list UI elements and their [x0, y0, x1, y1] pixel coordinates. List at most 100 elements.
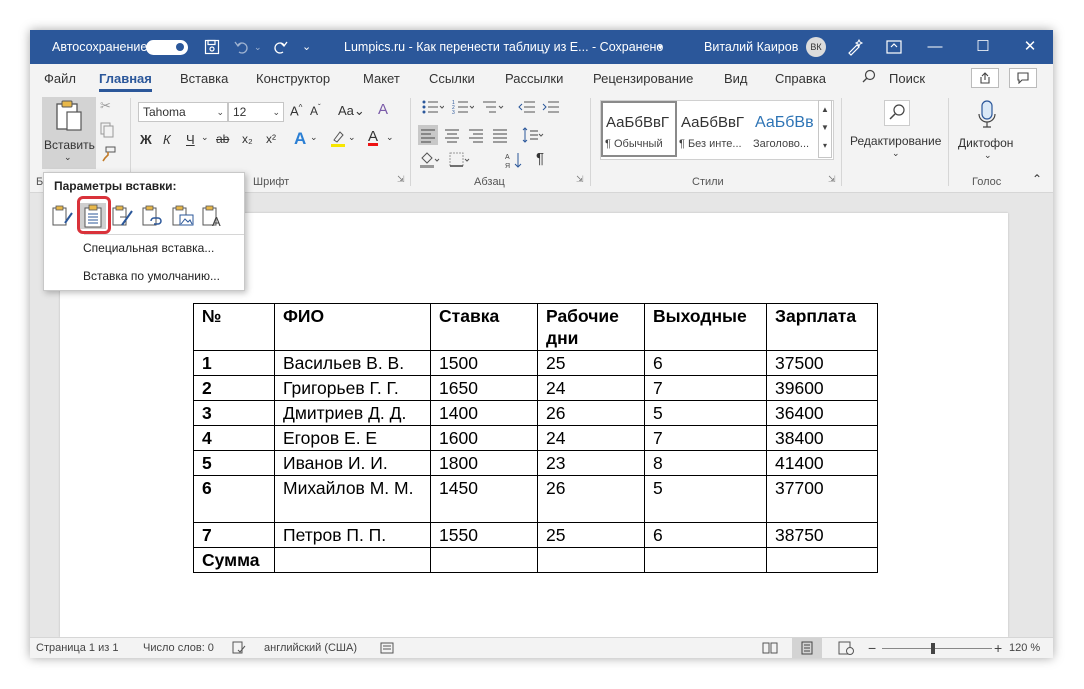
header-cell[interactable]: Выходные: [644, 303, 767, 351]
table-cell[interactable]: Сумма: [193, 547, 275, 573]
header-cell[interactable]: Ставка: [430, 303, 538, 351]
styles-scroll[interactable]: ▲ ▼ ▾: [818, 100, 832, 158]
text-effects-icon[interactable]: A: [294, 129, 306, 149]
table-cell[interactable]: 37500: [766, 350, 878, 376]
proofing-icon[interactable]: [232, 638, 246, 658]
align-center-button[interactable]: [442, 125, 462, 148]
paste-as-picture-icon[interactable]: [170, 203, 196, 229]
web-layout-icon[interactable]: [838, 638, 854, 658]
table-cell[interactable]: Иванов И. И.: [274, 450, 431, 476]
cut-icon[interactable]: ✂: [100, 98, 111, 114]
table-cell[interactable]: 1: [193, 350, 275, 376]
table-cell[interactable]: Дмитриев Д. Д.: [274, 400, 431, 426]
paste-dropdown-icon[interactable]: ⌄: [64, 152, 72, 163]
page-count[interactable]: Страница 1 из 1: [36, 638, 118, 658]
highlight-dropdown-icon[interactable]: ⌄: [348, 132, 356, 143]
underline-dropdown-icon[interactable]: ⌄: [201, 132, 209, 143]
table-cell[interactable]: 5: [193, 450, 275, 476]
styles-more-icon[interactable]: ▾: [819, 137, 831, 155]
zoom-in-button[interactable]: +: [994, 638, 1002, 658]
avatar[interactable]: ВК: [806, 37, 826, 57]
subscript-button[interactable]: x₂: [242, 132, 253, 146]
superscript-button[interactable]: x²: [266, 132, 276, 146]
table-cell[interactable]: [430, 547, 538, 573]
table-cell[interactable]: Григорьев Г. Г.: [274, 375, 431, 401]
table-cell[interactable]: 1600: [430, 425, 538, 451]
italic-button[interactable]: К: [163, 132, 171, 147]
style-heading[interactable]: АаБбВв Заголово...: [751, 101, 827, 157]
style-no-spacing[interactable]: АаБбВвГ ¶ Без инте...: [677, 101, 753, 157]
table-cell[interactable]: 1400: [430, 400, 538, 426]
table-cell[interactable]: 7: [644, 425, 767, 451]
special-paste-item[interactable]: Специальная вставка...: [83, 241, 214, 255]
underline-button[interactable]: Ч: [186, 132, 195, 147]
table-cell[interactable]: 25: [537, 350, 645, 376]
bold-button[interactable]: Ж: [140, 132, 152, 147]
tab-design[interactable]: Конструктор: [256, 64, 330, 92]
table-cell[interactable]: 37700: [766, 475, 878, 523]
table-cell[interactable]: 7: [193, 522, 275, 548]
dictate-button[interactable]: Диктофон ⌄: [954, 98, 1020, 170]
default-paste-item[interactable]: Вставка по умолчанию...: [83, 269, 220, 283]
align-left-button[interactable]: [418, 125, 438, 145]
language[interactable]: английский (США): [264, 638, 357, 658]
table-cell[interactable]: 36400: [766, 400, 878, 426]
word-count[interactable]: Число слов: 0: [143, 638, 214, 658]
table-cell[interactable]: 6: [644, 350, 767, 376]
share-button[interactable]: [971, 68, 999, 88]
multilevel-list-icon[interactable]: [482, 99, 504, 118]
table-cell[interactable]: [766, 547, 878, 573]
decrease-indent-icon[interactable]: [518, 99, 536, 118]
table-cell[interactable]: Васильев В. В.: [274, 350, 431, 376]
zoom-slider[interactable]: [882, 648, 992, 649]
tab-review[interactable]: Рецензирование: [593, 64, 693, 92]
search-label[interactable]: Поиск: [889, 64, 925, 92]
customize-toolbar-icon[interactable]: ⌄: [302, 30, 311, 64]
table-cell[interactable]: 7: [644, 375, 767, 401]
shading-icon[interactable]: [418, 150, 442, 173]
table-cell[interactable]: [537, 547, 645, 573]
tab-references[interactable]: Ссылки: [429, 64, 475, 92]
show-marks-icon[interactable]: ¶: [536, 150, 544, 167]
styles-dialog-launcher-icon[interactable]: ⇲: [828, 174, 836, 185]
tab-insert[interactable]: Вставка: [180, 64, 228, 92]
tab-layout[interactable]: Макет: [363, 64, 400, 92]
paste-link-icon[interactable]: [140, 203, 166, 229]
clear-formatting-icon[interactable]: A: [378, 101, 388, 118]
print-layout-icon[interactable]: [792, 638, 822, 658]
header-cell[interactable]: ФИО: [274, 303, 431, 351]
styles-up-icon[interactable]: ▲: [819, 101, 831, 119]
table-cell[interactable]: 8: [644, 450, 767, 476]
table-cell[interactable]: 3: [193, 400, 275, 426]
tab-home[interactable]: Главная: [99, 64, 152, 92]
tab-mailings[interactable]: Рассылки: [505, 64, 563, 92]
table-cell[interactable]: 1450: [430, 475, 538, 523]
table-cell[interactable]: 41400: [766, 450, 878, 476]
table-cell[interactable]: 26: [537, 475, 645, 523]
paragraph-dialog-launcher-icon[interactable]: ⇲: [576, 174, 584, 185]
font-color-icon[interactable]: A: [368, 128, 378, 145]
undo-icon[interactable]: [234, 30, 250, 64]
justify-button[interactable]: [490, 125, 510, 148]
editing-button[interactable]: Редактирование ⌄: [848, 98, 944, 170]
header-cell[interactable]: Рабочие дни: [537, 303, 645, 351]
table-cell[interactable]: [644, 547, 767, 573]
table-cell[interactable]: Егоров Е. Е: [274, 425, 431, 451]
user-name[interactable]: Виталий Каиров: [704, 30, 798, 64]
grow-font-button[interactable]: A^: [290, 103, 302, 118]
table-cell[interactable]: 2: [193, 375, 275, 401]
style-normal[interactable]: АаБбВвГ ¶ Обычный: [601, 101, 677, 157]
header-cell[interactable]: №: [193, 303, 275, 351]
font-name-combo[interactable]: Tahoma ⌄: [138, 102, 228, 122]
table-cell[interactable]: 24: [537, 425, 645, 451]
shrink-font-button[interactable]: Aˇ: [310, 103, 321, 118]
increase-indent-icon[interactable]: [542, 99, 560, 118]
table-cell[interactable]: 6: [644, 522, 767, 548]
table-cell[interactable]: 1800: [430, 450, 538, 476]
minimize-button[interactable]: —: [912, 30, 958, 64]
paste-picture-style-icon[interactable]: [110, 203, 136, 229]
table-cell[interactable]: 25: [537, 522, 645, 548]
macro-icon[interactable]: [380, 638, 394, 658]
autosave-toggle[interactable]: [146, 40, 188, 55]
keep-text-only-icon[interactable]: A: [200, 203, 226, 229]
